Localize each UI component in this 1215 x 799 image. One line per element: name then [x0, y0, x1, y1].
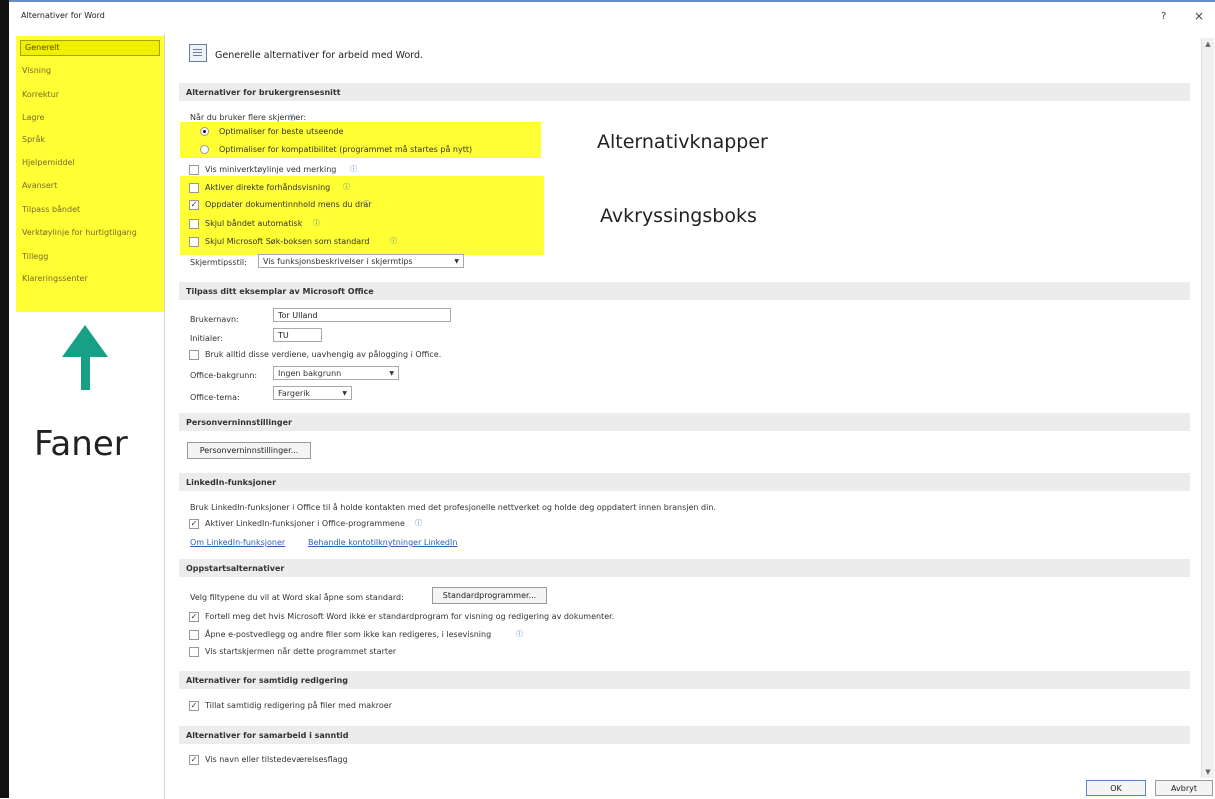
checkbox-presence-flags-label: Vis navn eller tilstedeværelsesflagg — [205, 755, 348, 764]
info-icon: ⓘ — [313, 219, 320, 227]
office-theme-select[interactable]: Fargerik ▼ — [273, 386, 352, 400]
checkbox-hide-ribbon-label: Skjul båndet automatisk — [205, 219, 303, 228]
checkbox-update-content[interactable]: ✓ — [189, 200, 199, 210]
initials-input[interactable]: TU — [273, 328, 322, 342]
office-background-value: Ingen bakgrunn — [278, 369, 342, 378]
checkbox-live-preview[interactable] — [189, 183, 199, 193]
filetypes-label: Velg filtypene du vil at Word skal åpne … — [190, 593, 404, 602]
general-options-icon — [189, 44, 207, 62]
info-icon: ⓘ — [350, 165, 357, 173]
linkedin-description: Bruk LinkedIn-funksjoner i Office til å … — [190, 503, 716, 512]
checkbox-hide-ribbon[interactable] — [189, 219, 199, 229]
checkbox-presence-flags[interactable]: ✓ — [189, 755, 199, 765]
office-background-label: Office-bakgrunn: — [190, 371, 258, 380]
section-title-ui: Alternativer for brukergrensesnitt — [186, 88, 341, 97]
checkbox-linkedin[interactable]: ✓ — [189, 519, 199, 529]
cancel-button[interactable]: Avbryt — [1155, 780, 1213, 796]
section-bar-linkedin — [179, 473, 1190, 491]
checkbox-mini-toolbar-label: Vis miniverktøylinje ved merking — [205, 165, 337, 174]
info-icon: ⓘ — [516, 630, 523, 638]
chevron-down-icon: ▼ — [454, 258, 459, 265]
sidebar-item-lagre[interactable]: Lagre — [22, 113, 44, 122]
info-icon: ⓘ — [390, 237, 397, 245]
radio-compatibility-label: Optimaliser for kompatibilitet (programm… — [219, 145, 473, 154]
privacy-settings-button[interactable]: Personverninnstillinger... — [187, 442, 311, 459]
sidebar-item-hjelpemiddel[interactable]: Hjelpemiddel — [22, 158, 75, 167]
office-theme-label: Office-tema: — [190, 393, 240, 402]
checkbox-linkedin-label: Aktiver LinkedIn-funksjoner i Office-pro… — [205, 519, 405, 528]
checkbox-live-preview-label: Aktiver direkte forhåndsvisning — [205, 183, 331, 192]
default-programs-button[interactable]: Standardprogrammer... — [432, 587, 547, 604]
checkbox-reading-view-label: Åpne e-postvedlegg og andre filer som ik… — [205, 630, 492, 639]
section-bar-privacy — [179, 413, 1190, 431]
sidebar-item-sprak[interactable]: Språk — [22, 135, 45, 144]
info-icon: ⓘ — [363, 200, 370, 208]
username-label: Brukernavn: — [190, 315, 239, 324]
info-icon: ⓘ — [343, 183, 350, 191]
radio-best-appearance[interactable] — [200, 127, 209, 136]
info-icon: ⓘ — [415, 519, 422, 527]
section-bar-startup — [179, 559, 1190, 577]
checkbox-hide-search-label: Skjul Microsoft Søk-boksen som standard — [205, 237, 370, 246]
checkbox-update-content-label: Oppdater dokumentinnhold mens du drar — [205, 200, 372, 209]
checkbox-not-default[interactable]: ✓ — [189, 612, 199, 622]
checkbox-coauth-macros-label: Tillat samtidig redigering på filer med … — [205, 701, 392, 710]
checkbox-reading-view[interactable] — [189, 630, 199, 640]
close-button[interactable]: × — [1194, 9, 1204, 23]
title-bar: Alternativer for Word ? × — [9, 2, 1215, 28]
checkbox-mini-toolbar[interactable] — [189, 165, 199, 175]
annotation-faner: Faner — [34, 424, 128, 464]
chevron-down-icon: ▼ — [389, 370, 394, 377]
sidebar-item-tilpass-bandet[interactable]: Tilpass båndet — [22, 205, 80, 214]
section-title-coauth: Alternativer for samtidig redigering — [186, 676, 349, 685]
scroll-down-icon[interactable]: ▼ — [1202, 766, 1214, 778]
section-title-office: Tilpass ditt eksemplar av Microsoft Offi… — [186, 287, 374, 296]
checkbox-start-screen[interactable] — [189, 647, 199, 657]
checkbox-hide-search[interactable] — [189, 237, 199, 247]
ok-button[interactable]: OK — [1086, 780, 1146, 796]
annotation-alternativknapper: Alternativknapper — [597, 131, 768, 153]
window-left-border — [0, 0, 9, 798]
sidebar-item-klareringssenter[interactable]: Klareringssenter — [22, 274, 88, 283]
arrow-up-icon — [62, 325, 108, 357]
link-about-linkedin[interactable]: Om LinkedIn-funksjoner — [190, 538, 285, 547]
sidebar-item-avansert[interactable]: Avansert — [22, 181, 57, 190]
vertical-scrollbar[interactable]: ▲ ▼ — [1201, 38, 1214, 778]
radio-compatibility[interactable] — [200, 145, 209, 154]
screentip-label: Skjermtipsstil: — [190, 258, 247, 267]
arrow-up-shaft — [81, 354, 90, 390]
checkbox-always-use[interactable] — [189, 350, 199, 360]
sidebar-item-generelt[interactable]: Generelt — [20, 40, 160, 56]
sidebar-item-visning[interactable]: Visning — [22, 66, 51, 75]
sidebar-item-tillegg[interactable]: Tillegg — [22, 252, 48, 261]
section-title-realtime: Alternativer for samarbeid i sanntid — [186, 731, 349, 740]
scroll-up-icon[interactable]: ▲ — [1202, 38, 1214, 50]
page-heading: Generelle alternativer for arbeid med Wo… — [215, 50, 424, 61]
screentip-value: Vis funksjonsbeskrivelser i skjermtips — [263, 257, 413, 266]
screentip-select[interactable]: Vis funksjonsbeskrivelser i skjermtips ▼ — [258, 254, 464, 268]
sidebar-item-korrektur[interactable]: Korrektur — [22, 90, 59, 99]
checkbox-start-screen-label: Vis startskjermen når dette programmet s… — [205, 647, 397, 656]
annotation-avkryssingsboks: Avkryssingsboks — [600, 205, 757, 227]
checkbox-not-default-label: Fortell meg det hvis Microsoft Word ikke… — [205, 612, 615, 621]
section-title-linkedin: LinkedIn-funksjoner — [186, 478, 277, 487]
help-button[interactable]: ? — [1161, 11, 1166, 22]
section-title-startup: Oppstartsalternativer — [186, 564, 285, 573]
link-manage-linkedin[interactable]: Behandle kontotilknytninger LinkedIn — [308, 538, 457, 547]
initials-label: Initialer: — [190, 334, 223, 343]
chevron-down-icon: ▼ — [342, 390, 347, 397]
username-input[interactable]: Tor Ulland — [273, 308, 451, 322]
office-theme-value: Fargerik — [278, 389, 311, 398]
window-title: Alternativer for Word — [21, 11, 105, 20]
sidebar-highlight — [16, 36, 164, 312]
sidebar-item-verktoylinje[interactable]: Verktøylinje for hurtigtilgang — [22, 228, 137, 237]
section-title-privacy: Personverninnstillinger — [186, 418, 292, 427]
checkbox-always-use-label: Bruk alltid disse verdiene, uavhengig av… — [205, 350, 442, 359]
checkbox-coauth-macros[interactable]: ✓ — [189, 701, 199, 711]
office-background-select[interactable]: Ingen bakgrunn ▼ — [273, 366, 399, 380]
radio-best-appearance-label: Optimaliser for beste utseende — [219, 127, 344, 136]
